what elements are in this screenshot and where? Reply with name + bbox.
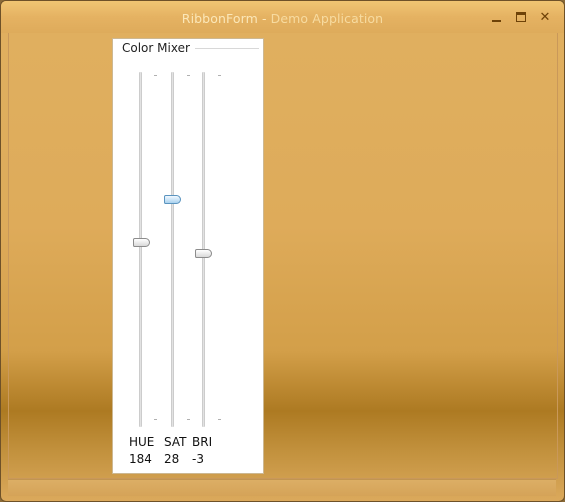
close-button[interactable]: ✕ [536,9,554,25]
bri-label: BRI [192,435,213,449]
title-app-name: RibbonForm [181,11,258,26]
bri-slider-top-tick [218,75,221,76]
hue-slider-bottom-tick [154,419,157,420]
color-mixer-panel: Color Mixer HUE 184 SAT 28 BRI -3 [112,38,264,474]
window-title: RibbonForm - Demo Application [1,11,564,26]
bri-slider-thumb[interactable] [195,249,212,258]
color-mixer-title: Color Mixer [121,41,191,55]
group-box-line [195,48,259,49]
sat-slider-top-tick [187,75,190,76]
hue-value: 184 [129,452,152,466]
status-strip [8,479,556,496]
minimize-button[interactable] [487,9,505,25]
title-document-name: Demo Application [270,11,384,26]
hue-slider-top-tick [154,75,157,76]
client-area-border [8,33,558,479]
hue-label: HUE [129,435,155,449]
hue-slider-track[interactable] [139,72,142,427]
sat-slider-thumb[interactable] [164,195,181,204]
maximize-button[interactable] [512,9,530,25]
sat-label: SAT [164,435,187,449]
sat-value: 28 [164,452,180,466]
bri-value: -3 [192,452,204,466]
sat-slider-bottom-tick [187,419,190,420]
minimize-icon [491,19,501,22]
app-window: RibbonForm - Demo Application ✕ Color Mi… [0,0,565,502]
sat-slider-track[interactable] [171,72,174,427]
bri-slider-bottom-tick [218,419,221,420]
hue-slider-thumb[interactable] [133,238,150,247]
close-icon: ✕ [539,9,551,25]
title-bar[interactable]: RibbonForm - Demo Application ✕ [1,1,564,33]
maximize-icon [516,12,526,22]
title-separator: - [257,11,271,26]
